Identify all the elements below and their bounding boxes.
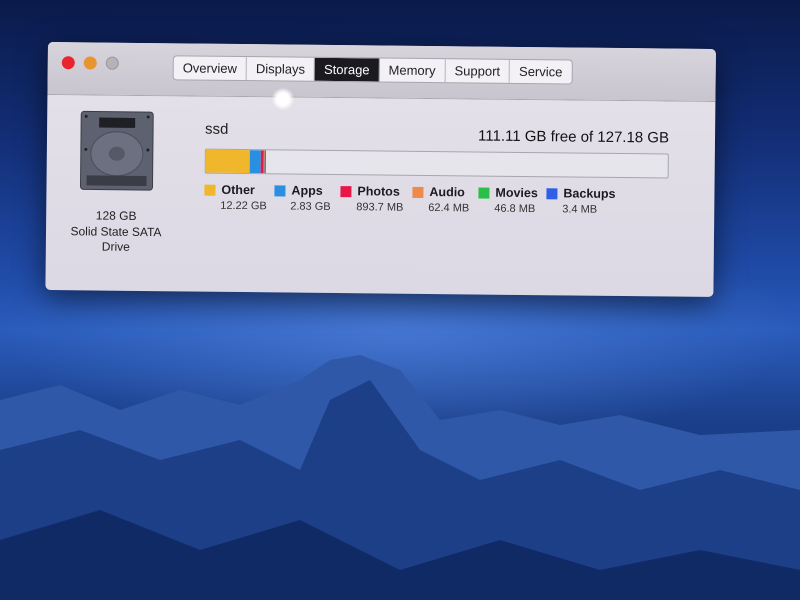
tab-bar: Overview Displays Storage Memory Support… — [172, 55, 573, 85]
disk-type-line2: Drive — [101, 239, 130, 254]
legend-label: Backups — [563, 186, 616, 201]
tab-service[interactable]: Service — [510, 60, 572, 84]
usage-segment-backups — [264, 150, 266, 174]
legend-item-audio: Audio 62.4 MB — [412, 185, 478, 215]
legend-label: Apps — [291, 183, 323, 198]
legend-swatch — [412, 186, 424, 198]
about-this-mac-window: Overview Displays Storage Memory Support… — [45, 42, 716, 297]
legend-size: 46.8 MB — [494, 202, 536, 216]
legend-label: Other — [221, 182, 255, 198]
legend-item-apps: Apps 2.83 GB — [274, 183, 340, 213]
minimize-button[interactable] — [83, 56, 97, 70]
legend-item-movies: Movies 46.8 MB — [478, 186, 546, 216]
desktop-wallpaper-mountains — [0, 355, 800, 600]
tab-storage[interactable]: Storage — [314, 57, 380, 82]
tab-memory[interactable]: Memory — [379, 58, 446, 83]
legend-label: Audio — [429, 185, 465, 200]
usage-segment-other — [205, 149, 251, 174]
volume-name: ssd — [205, 120, 229, 138]
legend-swatch — [478, 187, 490, 199]
storage-legend: Other 12.22 GB Apps 2.83 GB Photos 893.7 MB Au… — [204, 183, 616, 216]
free-space-text: 111.11 GB free of 127.18 GB — [477, 127, 670, 147]
legend-swatch — [274, 184, 286, 196]
screen-glare — [272, 88, 294, 110]
legend-swatch — [546, 187, 558, 199]
usage-segment-apps — [250, 150, 261, 174]
disk-type-line1: Solid State SATA — [70, 223, 162, 239]
hard-drive-icon — [79, 110, 154, 191]
legend-swatch — [340, 185, 352, 197]
zoom-button-disabled — [105, 56, 119, 70]
legend-label: Photos — [357, 184, 400, 199]
disk-description: 128 GB Solid State SATA Drive — [56, 208, 176, 256]
title-bar: Overview Displays Storage Memory Support… — [47, 42, 716, 102]
legend-size: 893.7 MB — [356, 201, 404, 214]
tab-overview[interactable]: Overview — [173, 56, 248, 81]
legend-size: 12.22 GB — [220, 199, 267, 213]
legend-swatch — [204, 184, 216, 196]
legend-item-other: Other 12.22 GB — [204, 183, 274, 213]
legend-size: 3.4 MB — [562, 203, 598, 216]
tab-support[interactable]: Support — [445, 59, 511, 83]
close-button[interactable] — [61, 56, 75, 70]
legend-label: Movies — [495, 185, 538, 201]
legend-size: 2.83 GB — [290, 200, 331, 213]
legend-item-backups: Backups 3.4 MB — [546, 186, 616, 216]
storage-usage-bar — [204, 148, 669, 179]
legend-item-photos: Photos 893.7 MB — [340, 184, 412, 214]
storage-panel: 128 GB Solid State SATA Drive ssd 111.11… — [45, 95, 715, 298]
disk-capacity: 128 GB — [95, 208, 137, 223]
tab-displays[interactable]: Displays — [246, 57, 316, 81]
legend-size: 62.4 MB — [428, 201, 470, 215]
